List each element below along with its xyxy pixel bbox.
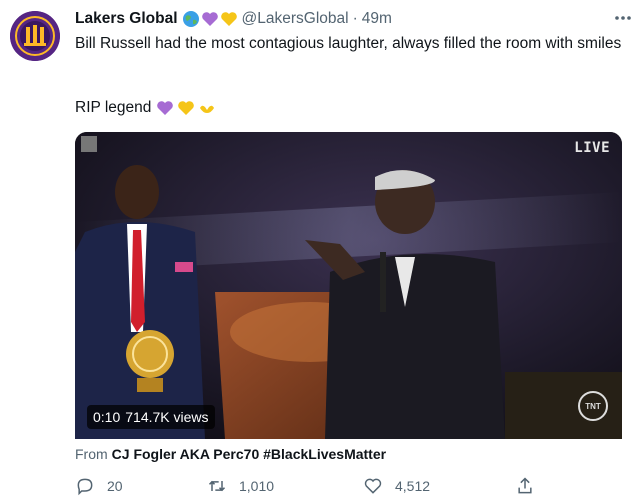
reply-icon [77,478,93,496]
reply-button[interactable]: 20 [75,474,123,498]
separator-dot: · [352,10,358,27]
retweet-icon [208,480,226,492]
lakers-logo-icon [10,11,60,61]
video-source-attribution[interactable]: From CJ Fogler AKA Perc70 #BlackLivesMat… [75,439,622,469]
purple-heart-emoji-icon [157,101,174,115]
tweet-time[interactable]: 49m [362,10,392,28]
avatar[interactable] [10,11,60,61]
retweet-count: 1,010 [239,478,275,494]
heart-icon [364,478,382,494]
video-player[interactable]: LIVE 0:10 714.7K views TNT [75,132,622,439]
source-name-link[interactable]: CJ Fogler AKA Perc70 #BlackLivesMatter [112,446,386,462]
like-count: 4,512 [395,478,431,494]
reply-count: 20 [107,478,123,494]
globe-emoji-icon [182,11,199,27]
yellow-heart-emoji-icon [220,12,237,26]
video-elapsed-time: 0:10 [93,409,121,425]
share-icon [518,477,532,494]
tweet-text: Bill Russell had the most contagious lau… [75,35,622,52]
yellow-heart-hands-emoji-icon [200,105,215,113]
display-name[interactable]: Lakers Global [75,10,178,28]
tweet-actions-bar: 20 1,010 4,512 [75,474,545,498]
user-handle[interactable]: @LakersGlobal [242,10,349,28]
more-dots-icon [615,16,631,20]
retweet-button[interactable]: 1,010 [207,474,274,498]
like-button[interactable]: 4,512 [363,474,430,498]
video-frame-image [75,132,622,439]
purple-heart-emoji-icon [201,12,218,26]
tnt-watermark: TNT [578,391,608,421]
live-label: LIVE [574,140,610,156]
source-prefix: From [75,446,108,462]
video-view-count: 714.7K views [125,409,209,425]
rip-text: RIP legend [75,99,152,116]
video-stats-badge: 0:10 714.7K views [87,405,215,429]
tweet-text-rip: RIP legend [75,97,216,119]
yellow-heart-emoji-icon [178,101,195,115]
share-button[interactable] [515,474,547,498]
name-emoji-badges [182,10,239,28]
more-options-button[interactable] [613,8,633,28]
tweet-header: Lakers Global @LakersGlobal · 49m [75,8,631,30]
